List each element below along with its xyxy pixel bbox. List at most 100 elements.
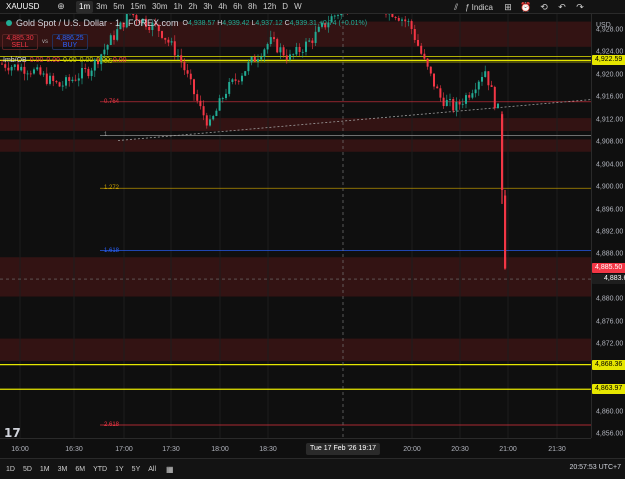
range-1y[interactable]: 1Y xyxy=(111,466,128,473)
candle-body xyxy=(301,51,304,53)
top-toolbar: XAUUSD ⊕ 1m 3m 5m 15m 30m 1h 2h 3h 4h 6h 8h 12h D W ⫽… xyxy=(0,0,625,14)
candle-body xyxy=(13,64,16,67)
range-5y[interactable]: 5Y xyxy=(128,466,145,473)
range-1d[interactable]: 1D xyxy=(2,466,19,473)
range-1m[interactable]: 1M xyxy=(36,466,54,473)
price-axis[interactable]: USD 4,928.00 4,924.00 4,920.00 4,916.00 4,91… xyxy=(591,14,625,438)
clock[interactable]: 20:57:53 UTC+7 xyxy=(569,464,621,471)
candle-body xyxy=(17,64,19,71)
price-tick: 4,880.00 xyxy=(596,295,624,303)
candle-body xyxy=(61,85,64,87)
time-tick: 16:30 xyxy=(65,446,83,453)
time-tick: 21:30 xyxy=(548,446,566,453)
timeframe-8h[interactable]: 8h xyxy=(245,1,260,13)
range-row: 1D 5D 1M 3M 6M YTD 1Y 5Y All xyxy=(2,466,160,473)
price-tick: 4,856.00 xyxy=(596,430,624,438)
candle-body xyxy=(161,31,163,38)
candle-body xyxy=(410,21,413,30)
range-all[interactable]: All xyxy=(144,466,160,473)
timeframe-1h[interactable]: 1h xyxy=(171,1,186,13)
candle-body xyxy=(4,64,7,68)
candle-body xyxy=(218,98,221,111)
candle-body xyxy=(42,73,45,75)
time-axis[interactable]: 16:00 16:30 17:00 17:30 18:00 18:30 20:00 20:30… xyxy=(0,438,591,458)
candle-body xyxy=(452,99,455,111)
price-tick: 4,896.00 xyxy=(596,206,624,214)
candle-body xyxy=(58,82,61,87)
candle-body xyxy=(167,39,170,43)
price-chart[interactable] xyxy=(0,14,591,438)
candle-body xyxy=(420,45,423,54)
timeframe-D[interactable]: D xyxy=(279,1,291,13)
candle-body xyxy=(180,55,183,62)
timeframe-2h[interactable]: 2h xyxy=(185,1,200,13)
candle-body xyxy=(196,94,199,101)
ohlc-values: O4,938.57 H4,939.42 L4,937.12 C4,939.31 … xyxy=(182,19,368,27)
candle-body xyxy=(340,14,343,16)
timeframe-12h[interactable]: 12h xyxy=(260,1,279,13)
candle-body xyxy=(244,71,247,76)
fib-label: 1.272 xyxy=(104,185,120,192)
indicators-button[interactable]: ƒ Indica xyxy=(465,3,493,12)
timeframe-4h[interactable]: 4h xyxy=(215,1,230,13)
candle-body xyxy=(26,73,29,75)
calendar-icon[interactable]: ▦ xyxy=(166,465,174,474)
candle-body xyxy=(183,61,186,71)
symbol-label: XAUUSD xyxy=(6,2,40,11)
fib-label: 0.764 xyxy=(104,98,120,105)
timeframe-W[interactable]: W xyxy=(291,1,305,13)
candle-body xyxy=(52,75,55,82)
trade-buttons: 4,885.30 SELL vs 4,886.25 BUY xyxy=(2,34,88,50)
range-3m[interactable]: 3M xyxy=(54,466,72,473)
timeframe-5m[interactable]: 5m xyxy=(110,1,127,13)
legend-title: Gold Spot / U.S. Dollar · 1 · FOREX.com xyxy=(16,18,179,28)
range-6m[interactable]: 6M xyxy=(71,466,89,473)
timeframe-15m[interactable]: 15m xyxy=(127,1,149,13)
tradingview-logo[interactable]: 17 xyxy=(4,426,21,438)
price-tick: 4,920.00 xyxy=(596,71,624,79)
candle-body xyxy=(186,70,189,74)
candle-body xyxy=(173,41,176,56)
plus-circle-icon[interactable]: ⊕ xyxy=(54,1,68,13)
range-5d[interactable]: 5D xyxy=(19,466,36,473)
redo-icon[interactable]: ↷ xyxy=(571,0,589,14)
timeframe-1m[interactable]: 1m xyxy=(76,0,94,13)
candle-body xyxy=(490,85,493,87)
candle-body xyxy=(177,55,179,57)
buy-button[interactable]: 4,886.25 BUY xyxy=(52,34,88,50)
indicators-icon: ƒ xyxy=(465,2,470,12)
undo-icon[interactable]: ↶ xyxy=(553,0,571,14)
candle-body xyxy=(426,58,429,67)
candle-body xyxy=(487,71,490,86)
candle-body xyxy=(397,18,400,21)
price-tick: 4,904.00 xyxy=(596,161,624,169)
candle-body xyxy=(164,37,167,40)
indicator-value: 0.00 xyxy=(62,57,77,64)
candle-body xyxy=(132,14,135,16)
price-tag-yellow: 4,868.36 xyxy=(592,359,625,370)
candle-body xyxy=(504,195,507,269)
candle-body xyxy=(458,101,461,105)
timeframe-6h[interactable]: 6h xyxy=(230,1,245,13)
timeframe-3m[interactable]: 3m xyxy=(93,1,110,13)
candle-body xyxy=(253,56,256,62)
range-ytd[interactable]: YTD xyxy=(89,466,111,473)
alert-icon[interactable]: ⏰ xyxy=(517,0,535,14)
timeframe-3h[interactable]: 3h xyxy=(200,1,215,13)
candle-body xyxy=(442,97,445,106)
fib-label: 2.618 xyxy=(104,422,120,429)
sell-button[interactable]: 4,885.30 SELL xyxy=(2,34,38,50)
order-block-zone xyxy=(0,257,591,297)
candle-body xyxy=(33,69,35,74)
candle-body xyxy=(263,49,266,57)
candle-body xyxy=(423,53,426,59)
timeframe-30m[interactable]: 30m xyxy=(149,1,171,13)
candle-body xyxy=(391,14,394,17)
layout-icon[interactable]: ⊞ xyxy=(499,0,517,14)
symbol-search[interactable]: XAUUSD xyxy=(2,1,54,13)
replay-icon[interactable]: ⟲ xyxy=(535,0,553,14)
fib-label: 1 xyxy=(104,132,108,139)
chart-pane[interactable]: Gold Spot / U.S. Dollar · 1 · FOREX.com … xyxy=(0,14,591,438)
compare-icon[interactable]: ⫽ xyxy=(447,0,465,14)
candle-body xyxy=(311,40,314,43)
